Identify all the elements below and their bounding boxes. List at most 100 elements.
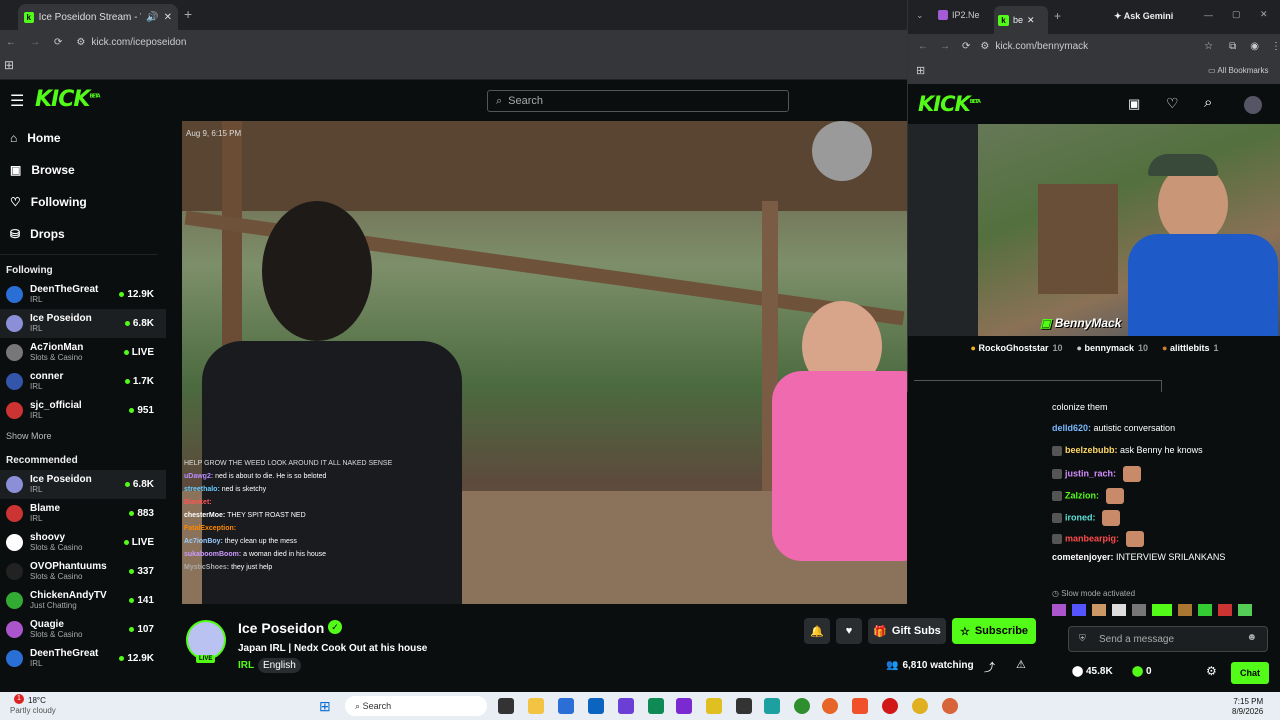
leaderboard-entry[interactable]: ● RockoGhoststar 10 [971,343,1063,353]
app-green-icon[interactable] [648,698,664,714]
file-explorer-icon[interactable] [528,698,544,714]
heart-icon[interactable]: ♡ [1166,95,1179,112]
reload-icon[interactable]: ⟳ [54,37,62,48]
ask-gemini-button[interactable]: ✦ Ask Gemini [1114,11,1173,22]
chat-message-input[interactable]: ⛨ Send a message ☻ [1068,626,1268,652]
kick-logo[interactable]: KICKBETA [918,92,981,116]
emote-icon[interactable] [1112,604,1126,616]
sidebar-channel-deenthegreat[interactable]: DeenTheGreat IRL 12.9K [0,280,166,309]
nav-drops[interactable]: ⛁ Drops [0,218,166,250]
nav-home[interactable]: ⌂ Home [0,122,166,154]
chat-send-button[interactable]: Chat [1231,662,1269,684]
tab-ip2[interactable]: IP2.Ne [938,10,980,20]
sidebar-channel-deenthegreat[interactable]: DeenTheGreat IRL 12.9K [0,644,166,673]
settings-gear-icon[interactable]: ⚙ [1206,664,1217,678]
maximize-icon[interactable]: ▢ [1232,9,1241,20]
sidebar-channel-blame[interactable]: Blame IRL 883 [0,499,166,528]
site-info-icon[interactable]: ⚙ [76,37,85,48]
emote-icon[interactable] [1178,604,1192,616]
emoji-icon[interactable]: ☻ [1246,632,1257,643]
leaderboard-entry[interactable]: ● bennymack 10 [1077,343,1149,353]
emote-icon[interactable] [1072,604,1086,616]
channel-avatar[interactable] [186,620,226,660]
user-avatar[interactable] [1244,96,1262,114]
show-more-link[interactable]: Show More [0,425,166,445]
search-input[interactable]: ⌕ Search [487,90,789,112]
menu-icon[interactable]: ☰ [10,91,24,111]
chrome-alt-icon[interactable] [942,698,958,714]
browse-icon[interactable]: ▣ [1128,96,1140,112]
record-icon[interactable] [882,698,898,714]
url-field[interactable]: kick.com/bennymack [995,41,1204,52]
sidebar-channel-ice-poseidon[interactable]: Ice Poseidon IRL 6.8K [0,470,166,499]
clock[interactable]: 7:15 PM 8/9/2026 [1232,697,1263,717]
back-icon[interactable]: ← [918,41,928,52]
app-grid-icon[interactable] [618,698,634,714]
category-tag[interactable]: IRL [238,660,254,671]
emote-icon[interactable] [1132,604,1146,616]
app-purple-icon[interactable] [676,698,692,714]
brave-icon[interactable] [852,698,868,714]
kicks-display[interactable]: ⬤ 0 [1132,666,1152,677]
nav-following[interactable]: ♡ Following [0,186,166,218]
kick-logo[interactable]: KICKBETA [35,87,101,112]
app-dark-icon[interactable] [736,698,752,714]
tab-close-icon[interactable]: ✕ [1027,15,1035,26]
language-tag[interactable]: English [258,658,301,673]
store-icon[interactable] [558,698,574,714]
all-bookmarks[interactable]: ▭ All Bookmarks [1208,66,1268,75]
leaderboard-entry[interactable]: ● alittlebits 1 [1162,343,1218,353]
minimize-icon[interactable]: — [1204,10,1213,20]
emote-icon[interactable] [1198,604,1212,616]
speaker-icon[interactable]: 🔊 [146,12,158,23]
extensions-icon[interactable]: ⧉ [1229,41,1236,52]
close-window-icon[interactable]: ✕ [1260,9,1268,20]
sidebar-channel-chickenandytv[interactable]: ChickenAndyTV Just Chatting 141 [0,586,166,615]
outlook-icon[interactable] [588,698,604,714]
chrome-icon[interactable] [912,698,928,714]
forward-icon[interactable]: → [30,37,40,48]
taskbar-search[interactable]: ⌕ Search [345,696,487,716]
url-field[interactable]: kick.com/iceposeidon [91,37,186,48]
sidebar-channel-shoovy[interactable]: shoovy Slots & Casino LIVE [0,528,166,557]
emote-icon[interactable] [1052,604,1066,616]
new-tab-icon[interactable]: + [184,6,192,22]
new-tab-icon[interactable]: + [1054,9,1061,23]
sidebar-channel-ice-poseidon[interactable]: Ice Poseidon IRL 6.8K [0,309,166,338]
report-icon[interactable]: ⚠ [1016,658,1026,671]
firefox-icon[interactable] [822,698,838,714]
emote-icon[interactable] [1152,604,1172,616]
tab-close-icon[interactable]: ✕ [164,12,172,23]
video-player[interactable]: Aug 9, 6:15 PM HELP GROW THE WEED LOOK A… [182,121,907,604]
sidebar-channel-ovophantuums[interactable]: OVOPhantuums Slots & Casino 337 [0,557,166,586]
profile-icon[interactable]: ◉ [1250,41,1259,52]
sidebar-channel-quagie[interactable]: Quagie Slots & Casino 107 [0,615,166,644]
search-icon[interactable]: ⌕ [1204,94,1212,111]
points-display[interactable]: ⬤ 45.8K [1072,666,1113,677]
tab-ice-poseidon[interactable]: k Ice Poseidon Stream - Wat 🔊 ✕ [18,4,178,30]
app-teal-icon[interactable] [764,698,780,714]
emote-icon[interactable] [1092,604,1106,616]
gift-subs-button[interactable]: 🎁 Gift Subs [868,618,946,644]
weather-widget[interactable]: 1 18°C Partly cloudy [10,694,56,716]
sidebar-channel-sjc-official[interactable]: sjc_official IRL 951 [0,396,166,425]
browser-menu-icon[interactable]: ⋮ [1271,41,1280,52]
tab-bennymack[interactable]: k be ✕ [994,6,1048,34]
apps-icon[interactable]: ⊞ [4,58,14,72]
sidebar-channel-ac7ionman[interactable]: Ac7ionMan Slots & Casino LIVE [0,338,166,367]
subscribe-button[interactable]: ☆ Subscribe [952,618,1036,644]
bookmark-star-icon[interactable]: ☆ [1204,41,1213,52]
reload-icon[interactable]: ⟳ [962,41,970,52]
site-info-icon[interactable]: ⚙ [980,41,989,52]
back-icon[interactable]: ← [6,37,16,48]
share-icon[interactable]: ⤴ [984,659,995,675]
right-video-player[interactable]: ▣ BennyMack [908,124,1280,336]
start-icon[interactable]: ⊞ [319,698,331,715]
forward-icon[interactable]: → [940,41,950,52]
nav-browse[interactable]: ▣ Browse [0,154,166,186]
notification-bell-button[interactable]: 🔔 [804,618,830,644]
app-yellow-icon[interactable] [706,698,722,714]
tab-list-icon[interactable]: ⌄ [916,10,924,21]
sidebar-channel-conner[interactable]: conner IRL 1.7K [0,367,166,396]
channel-name[interactable]: Ice Poseidon [238,620,324,636]
